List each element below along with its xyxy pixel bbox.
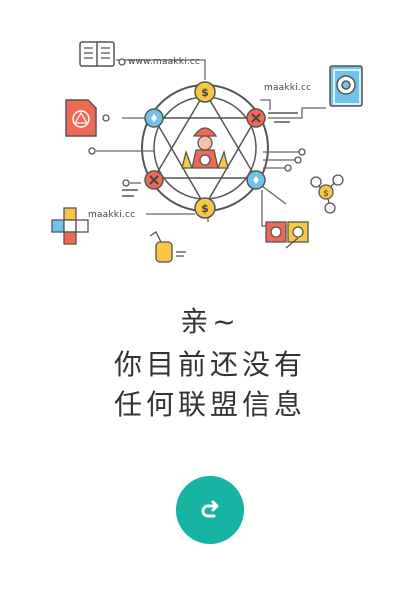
refresh-button[interactable] xyxy=(176,476,244,544)
gear-book-icon xyxy=(329,65,363,107)
close-node-right xyxy=(246,108,266,128)
url-label-left: maakki.cc xyxy=(88,210,135,220)
empty-message-line1: 你目前还没有 xyxy=(113,348,306,381)
network-icon: $ xyxy=(310,174,344,214)
coin-node-bottom: $ xyxy=(194,197,216,219)
svg-text:$: $ xyxy=(201,202,209,215)
refresh-icon xyxy=(201,500,219,518)
svg-text:$: $ xyxy=(323,189,329,199)
document-icon xyxy=(65,99,97,137)
close-node-left xyxy=(144,170,164,190)
url-label-right: maakki.cc xyxy=(264,83,311,93)
faces-icon xyxy=(265,221,309,249)
gamepad-icon xyxy=(51,207,89,245)
url-label-top: www.maakki.cc xyxy=(128,57,200,67)
hand-icon xyxy=(149,231,186,263)
greeting-text: 亲~ xyxy=(180,305,240,338)
maakki-illustration: www.maakki.cc maakki.cc maakki.cc $ $ $ xyxy=(51,41,363,263)
svg-text:$: $ xyxy=(201,86,209,99)
plus-node-left xyxy=(144,108,164,128)
plus-node-right xyxy=(246,170,266,190)
empty-message-line2: 任何联盟信息 xyxy=(113,388,306,421)
magician-icon xyxy=(181,127,229,169)
coin-node-top: $ xyxy=(194,81,216,103)
book-icon xyxy=(79,41,115,67)
